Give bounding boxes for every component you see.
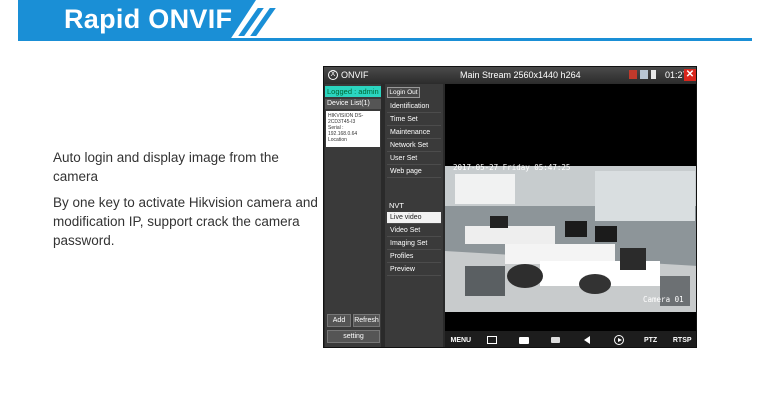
ptz-button[interactable]: PTZ	[643, 334, 659, 346]
live-video-view[interactable]: 2017-05-27 Friday 05:47:25 Camera 01	[445, 84, 696, 347]
status-icons	[629, 70, 656, 79]
refresh-button[interactable]: Refresh	[353, 314, 380, 327]
app-name: ONVIF	[341, 70, 369, 80]
play-icon[interactable]	[611, 334, 627, 346]
battery-icon	[651, 70, 656, 79]
setting-button[interactable]: setting	[327, 330, 380, 343]
camera-icon[interactable]	[516, 334, 532, 346]
device-list-header: Device List(1)	[325, 99, 381, 109]
close-icon[interactable]: ✕	[684, 69, 696, 81]
video-osd-datetime: 2017-05-27 Friday 05:47:25	[453, 163, 571, 172]
video-toolbar: MENU PTZ RTSP	[445, 331, 696, 347]
page: { "banner": {"title": "Rapid ONVIF", "co…	[0, 0, 768, 412]
menu-item-web-page[interactable]: Web page	[387, 166, 441, 178]
onvif-menu: Login Out Identification Time Set Mainte…	[385, 84, 443, 347]
device-sidebar: Logged : admin Device List(1) HIKVISION …	[325, 84, 381, 347]
menu-item-live-video[interactable]: Live video	[387, 212, 441, 224]
menu-item-identification[interactable]: Identification	[387, 101, 441, 113]
rtsp-button[interactable]: RTSP	[673, 334, 692, 346]
login-out-button[interactable]: Login Out	[387, 87, 420, 98]
volume-icon[interactable]	[579, 334, 595, 346]
add-button[interactable]: Add	[327, 314, 351, 327]
menu-item-user-set[interactable]: User Set	[387, 153, 441, 165]
menu-item-network-set[interactable]: Network Set	[387, 140, 441, 152]
menu-item-video-set[interactable]: Video Set	[387, 225, 441, 237]
description-line-2: By one key to activate Hikvision camera …	[53, 195, 318, 248]
network-icon	[640, 70, 648, 79]
logged-in-status: Logged : admin	[325, 86, 381, 97]
device-name: HIKVISION DS-2CD3T45-I3	[328, 113, 364, 125]
nvt-section-label: NVT	[389, 201, 404, 210]
onvif-logo-icon: X	[328, 70, 338, 80]
office-camera-image	[445, 166, 696, 312]
banner-underline	[18, 38, 752, 41]
banner-title: Rapid ONVIF	[64, 4, 233, 34]
description-line-1: Auto login and display image from the ca…	[53, 150, 279, 184]
stream-title: Main Stream 2560x1440 h264	[460, 70, 581, 80]
device-screen: X ONVIF Main Stream 2560x1440 h264 01:27…	[323, 66, 697, 348]
menu-item-time-set[interactable]: Time Set	[387, 114, 441, 126]
device-location: Location	[328, 137, 347, 143]
image-icon[interactable]	[484, 334, 500, 346]
menu-item-imaging-set[interactable]: Imaging Set	[387, 238, 441, 250]
sd-card-icon	[629, 70, 637, 79]
app-logo: X ONVIF	[328, 70, 369, 80]
menu-item-maintenance[interactable]: Maintenance	[387, 127, 441, 139]
menu-item-preview[interactable]: Preview	[387, 264, 441, 276]
title-bar: X ONVIF Main Stream 2560x1440 h264 01:27…	[324, 67, 696, 84]
device-list-item[interactable]: HIKVISION DS-2CD3T45-I3 Serial : 192.168…	[326, 111, 380, 147]
menu-item-profiles[interactable]: Profiles	[387, 251, 441, 263]
video-osd-camera: Camera 01	[643, 295, 684, 304]
record-icon[interactable]	[548, 334, 564, 346]
menu-button[interactable]: MENU	[451, 334, 472, 346]
